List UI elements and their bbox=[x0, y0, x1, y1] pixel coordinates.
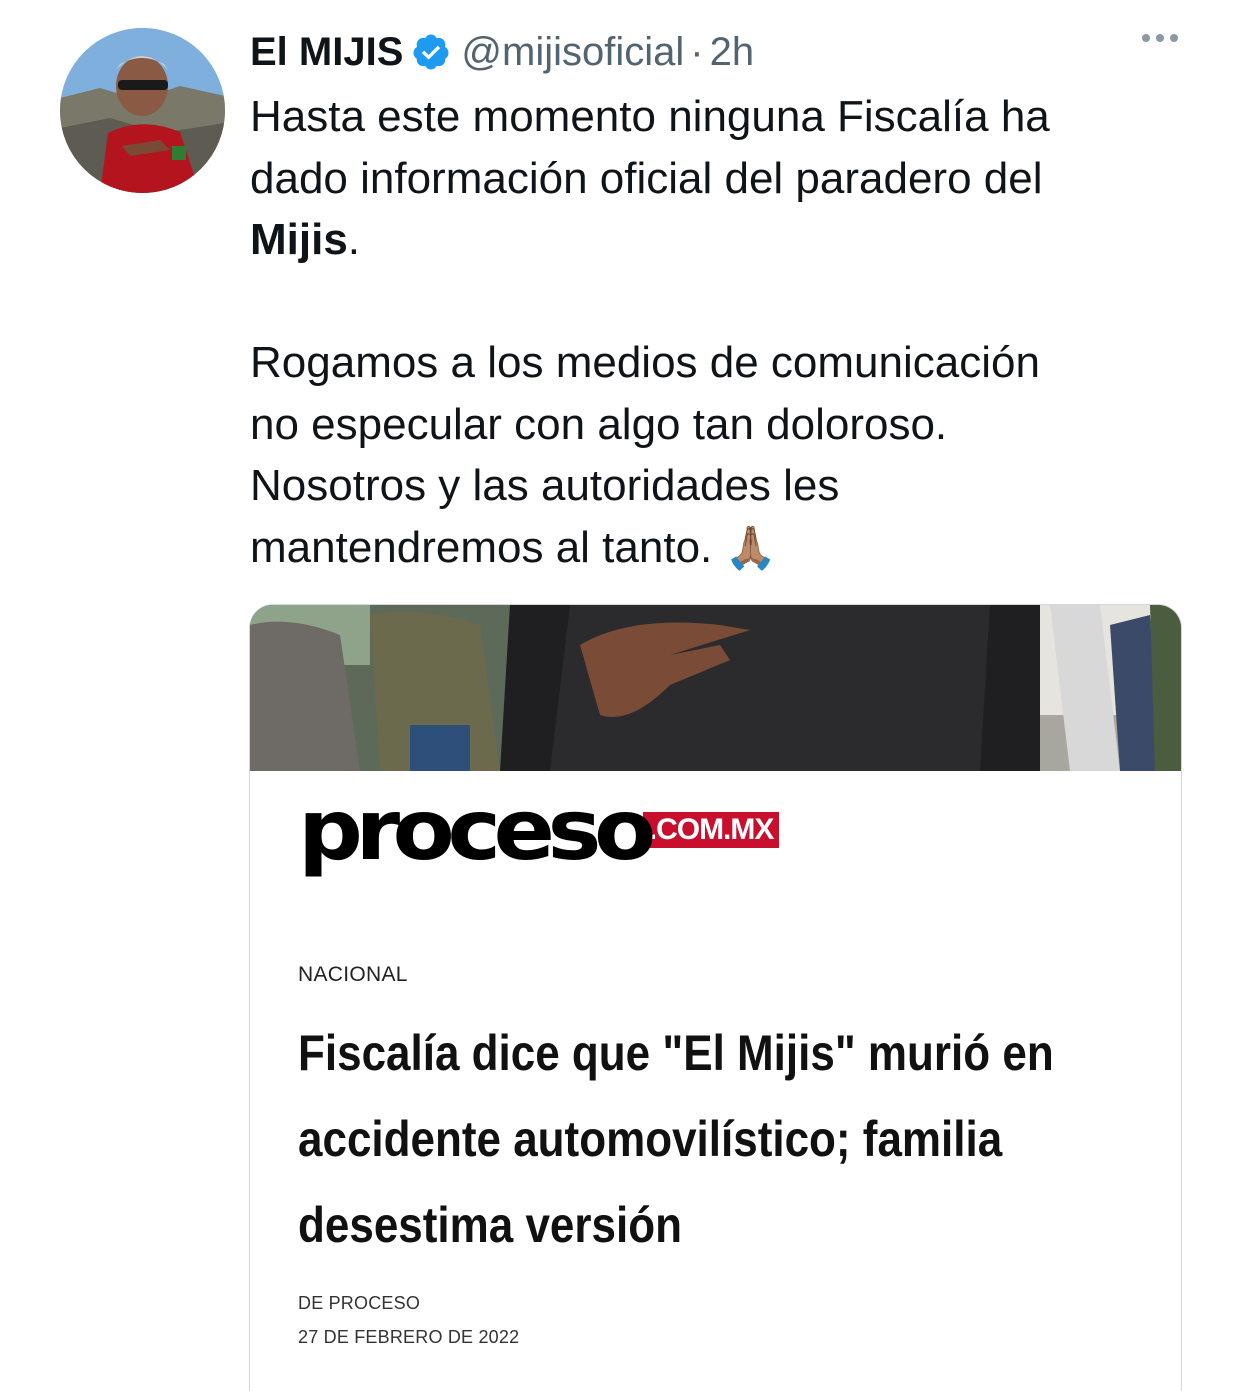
tweet-text: Hasta este momento ninguna Fiscalía ha d… bbox=[250, 86, 1190, 578]
tweet-timestamp[interactable]: 2h bbox=[710, 30, 755, 75]
author-name[interactable]: El MIJIS bbox=[250, 30, 403, 75]
verified-badge-icon bbox=[411, 32, 451, 72]
logo-domain: .COM.MX bbox=[642, 812, 780, 848]
more-options-icon[interactable] bbox=[1142, 34, 1178, 42]
tweet-line: Rogamos a los medios de comunicación bbox=[250, 338, 1040, 387]
tweet-line: Nosotros y las autoridades les bbox=[250, 461, 840, 510]
avatar[interactable] bbox=[60, 28, 225, 193]
tweet-line: dado información oficial del paradero de… bbox=[250, 153, 1043, 203]
headline-line: Fiscalía dice que "El Mijis" murió en bbox=[298, 1025, 1054, 1081]
tweet-line: Mijis. bbox=[250, 209, 1190, 271]
article-source: DE PROCESO bbox=[298, 1293, 421, 1313]
tweet-line: no especular con algo tan doloroso. bbox=[250, 399, 948, 449]
bold-mention: Mijis bbox=[250, 215, 348, 264]
proceso-logo: proceso .COM.MX bbox=[298, 781, 780, 888]
tweet-line: mantendremos al tanto. 🙏🏽 bbox=[250, 517, 1190, 579]
avatar-image bbox=[60, 28, 225, 193]
card-photo bbox=[250, 605, 1181, 771]
author-handle[interactable]: @mijisoficial bbox=[461, 30, 684, 75]
separator-dot: · bbox=[690, 29, 704, 74]
photo-illustration bbox=[250, 605, 1181, 771]
article-date: 27 DE FEBRERO DE 2022 bbox=[298, 1327, 520, 1347]
headline-line: desestima versión bbox=[298, 1197, 682, 1253]
tweet-line-text: mantendremos al tanto. bbox=[250, 522, 713, 572]
praying-hands-emoji: 🙏🏽 bbox=[724, 523, 777, 571]
tweet-line-end: . bbox=[347, 215, 361, 264]
headline-line: accidente automovilístico; familia bbox=[298, 1111, 1003, 1167]
media-card[interactable]: proceso .COM.MX NACIONAL Fiscalía dice q… bbox=[249, 604, 1182, 1391]
article-section: NACIONAL bbox=[298, 963, 408, 986]
tweet-line: Hasta este momento ninguna Fiscalía ha bbox=[250, 92, 1050, 141]
tweet-header: El MIJIS @mijisoficial · 2h bbox=[250, 24, 1182, 80]
article-headline: Fiscalía dice que "El Mijis" murió en ac… bbox=[298, 1010, 1143, 1268]
logo-wordmark: proceso bbox=[298, 781, 656, 879]
